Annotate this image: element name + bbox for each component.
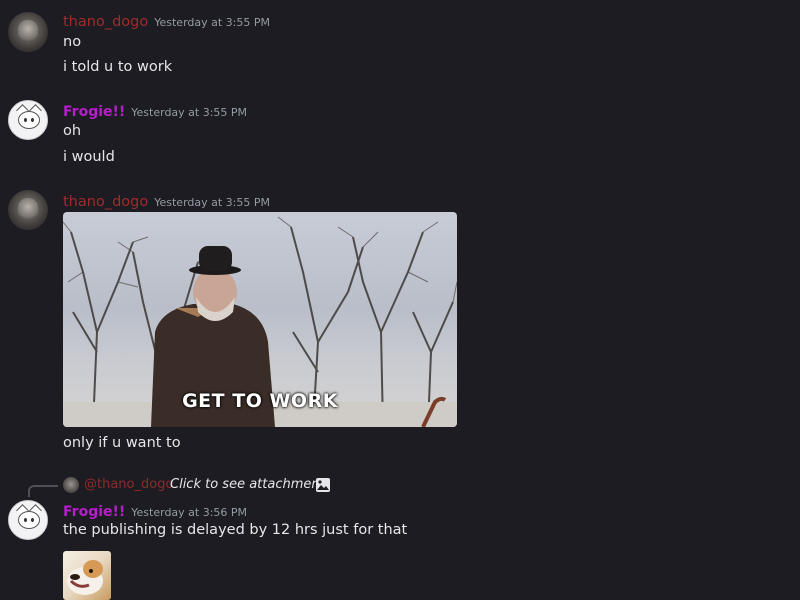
timestamp[interactable]: Yesterday at 3:56 PM (131, 506, 247, 519)
avatar-face (18, 511, 40, 529)
timestamp[interactable]: Yesterday at 3:55 PM (154, 196, 270, 209)
reply-preview-text[interactable]: Click to see attachment (170, 477, 325, 492)
avatar[interactable] (8, 190, 48, 230)
message-text: only if u want to (63, 435, 181, 451)
chat-messages: thano_dogo Yesterday at 3:55 PM no i told… (0, 0, 800, 600)
reply-avatar[interactable] (63, 477, 79, 493)
avatar[interactable] (8, 12, 48, 52)
avatar[interactable] (8, 100, 48, 140)
username[interactable]: Frogie!! (63, 504, 125, 520)
message-header: thano_dogo Yesterday at 3:55 PM (63, 11, 270, 30)
avatar[interactable] (8, 500, 48, 540)
message-text: oh (63, 123, 82, 139)
username[interactable]: thano_dogo (63, 14, 148, 30)
message-header: Frogie!! Yesterday at 3:55 PM (63, 101, 247, 120)
image-icon[interactable] (315, 477, 331, 493)
dog-image (67, 560, 103, 595)
message-header: Frogie!! Yesterday at 3:56 PM (63, 501, 247, 520)
message-text: no (63, 34, 82, 50)
message-header: thano_dogo Yesterday at 3:55 PM (63, 191, 270, 210)
timestamp[interactable]: Yesterday at 3:55 PM (131, 106, 247, 119)
reply-spine (28, 485, 58, 497)
reply-mention[interactable]: @thano_dogo (84, 477, 173, 492)
image-attachment[interactable] (63, 551, 111, 600)
username[interactable]: Frogie!! (63, 104, 125, 120)
username[interactable]: thano_dogo (63, 194, 148, 210)
message-text: i would (63, 149, 115, 165)
avatar-face (18, 111, 40, 129)
timestamp[interactable]: Yesterday at 3:55 PM (154, 16, 270, 29)
gif-caption: GET TO WORK (182, 390, 338, 412)
message-text: the publishing is delayed by 12 hrs just… (63, 522, 408, 538)
message-text: i told u to work (63, 59, 173, 75)
gif-attachment[interactable]: GET TO WORK (63, 212, 457, 427)
